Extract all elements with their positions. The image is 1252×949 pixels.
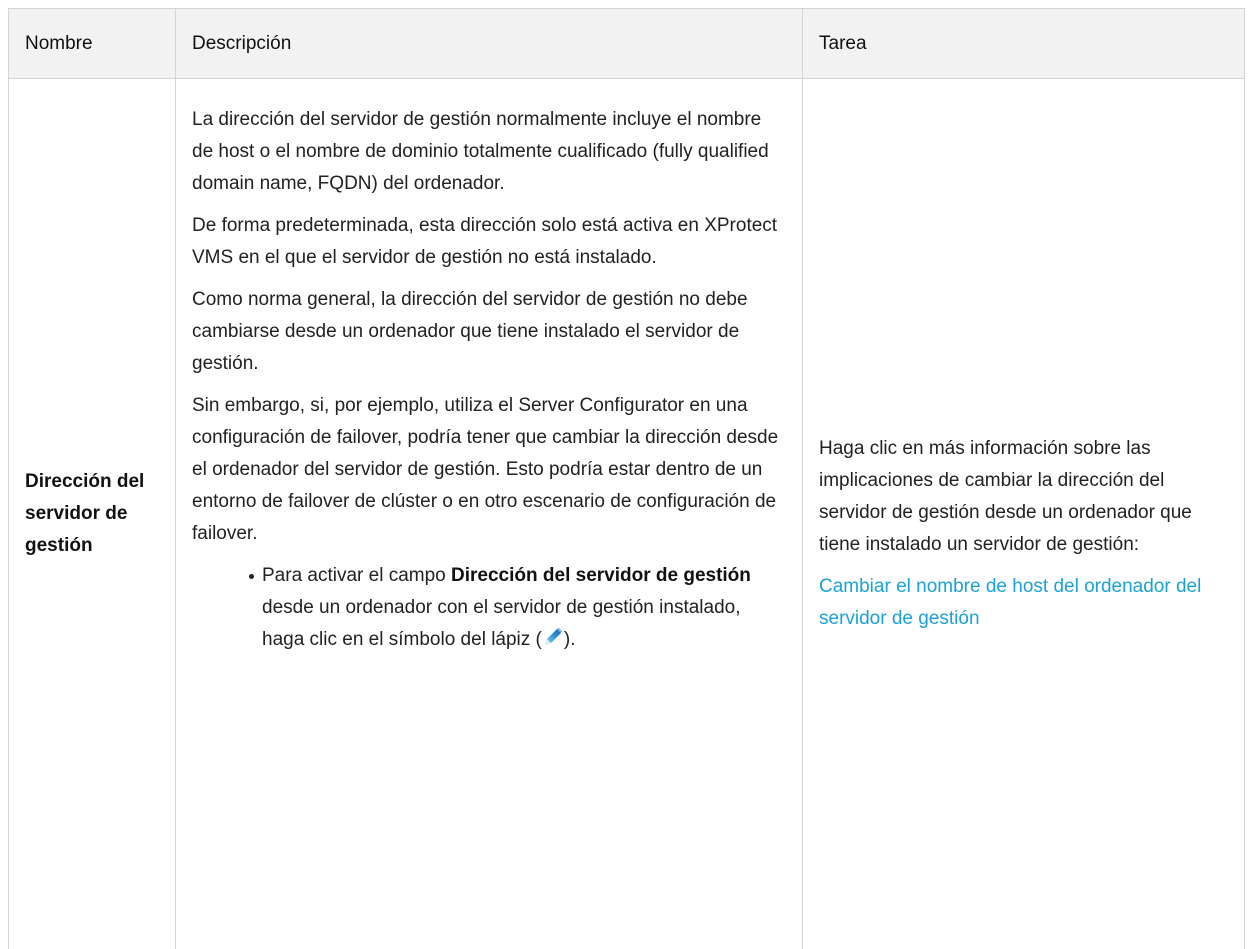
header-task: Tarea [802,8,1245,79]
table-header-row: Nombre Descripción Tarea [8,8,1245,79]
info-table: Nombre Descripción Tarea Dirección del s… [8,8,1245,949]
description-paragraph: Sin embargo, si, por ejemplo, utiliza el… [192,395,779,544]
header-name: Nombre [8,8,176,79]
list-item: Para activar el campo Dirección del serv… [249,560,780,656]
row-task: Haga clic en más información sobre las i… [802,78,1245,949]
field-name-bold: Dirección del servidor de gestión [451,565,751,586]
row-name: Dirección del servidor de gestión [8,78,176,949]
table-row: Dirección del servidor de gestión La dir… [8,78,1245,949]
bullet-middle: desde un ordenador con el servidor de ge… [262,597,741,650]
row-description: La dirección del servidor de gestión nor… [175,78,803,949]
description-paragraph: De forma predeterminada, esta dirección … [192,215,778,268]
bullet-prefix: Para activar el campo [262,565,452,586]
task-text: Haga clic en más información sobre las i… [819,437,1192,555]
description-paragraph: Como norma general, la dirección del ser… [192,289,748,374]
change-hostname-link[interactable]: Cambiar el nombre de host del ordenador … [819,576,1201,629]
pencil-icon [542,626,564,648]
bullet-suffix: ). [563,629,576,650]
description-paragraph: La dirección del servidor de gestión nor… [192,109,769,194]
header-description: Descripción [175,8,803,79]
description-list: Para activar el campo Dirección del serv… [192,560,780,656]
